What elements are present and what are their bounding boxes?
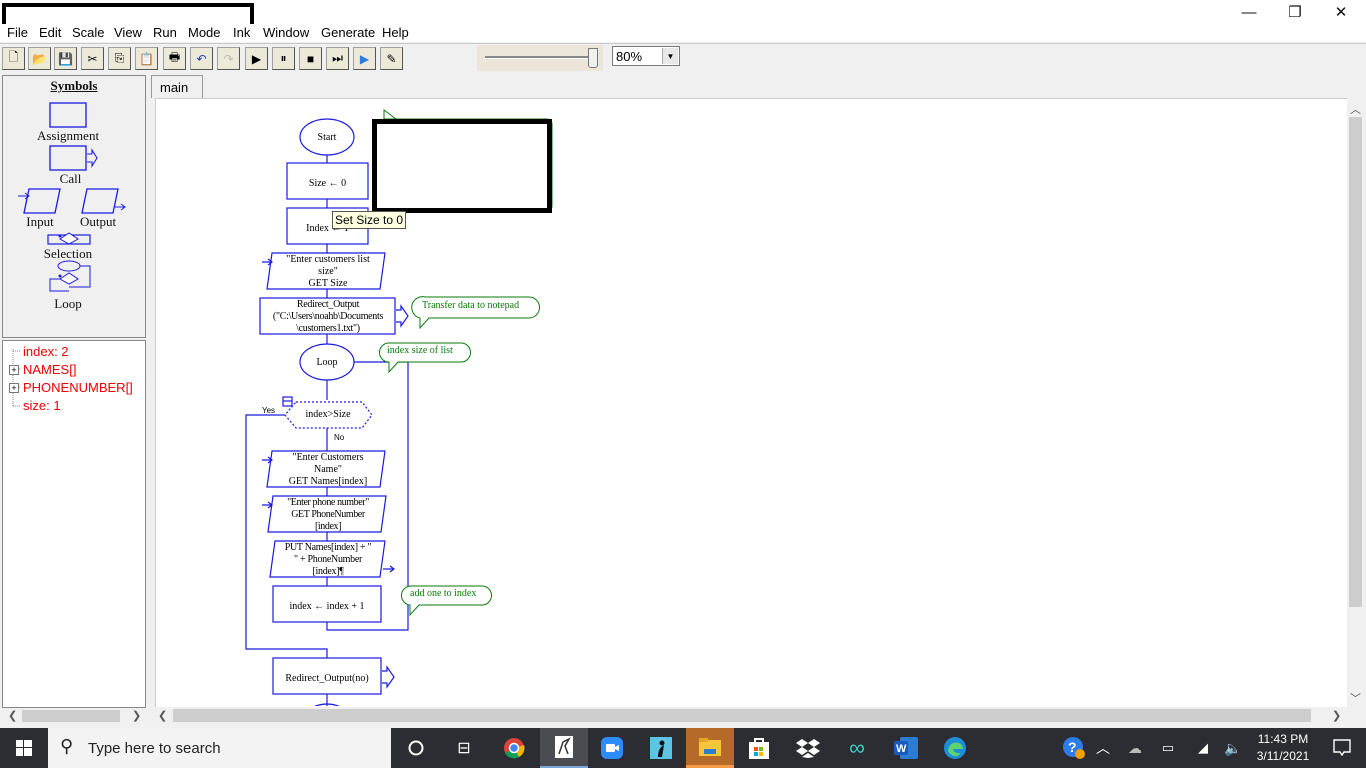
- taskbar-clock[interactable]: 11:43 PM 3/11/2021: [1248, 731, 1318, 765]
- input-size-label: "Enter customers list size" GET Size: [268, 254, 388, 290]
- input-name-label: "Enter Customers Name" GET Names[index]: [268, 452, 388, 488]
- tooltip: Set Size to 0: [332, 211, 407, 229]
- no-label: No: [334, 433, 345, 442]
- scroll-down-icon[interactable]: ﹀: [1350, 690, 1361, 706]
- input-phone-line: [index]: [314, 521, 342, 532]
- search-icon: ⚲: [60, 736, 74, 756]
- svg-text:W: W: [896, 743, 907, 755]
- redirect-line: Redirect_Output: [296, 299, 360, 310]
- scroll-thumb[interactable]: [22, 710, 120, 722]
- paste-icon[interactable]: 📋: [135, 47, 158, 70]
- infinity-app-icon[interactable]: ∞: [833, 728, 881, 768]
- redacted-comment: [372, 119, 552, 213]
- redirect-off-label: Redirect_Output(no): [285, 673, 369, 684]
- comment-index-size[interactable]: index size of list: [387, 345, 453, 356]
- input-size-line: size": [318, 266, 338, 277]
- undo-icon[interactable]: ↶: [190, 47, 213, 70]
- comment-add-one[interactable]: add one to index: [410, 588, 476, 599]
- windows-start-icon[interactable]: [0, 728, 48, 768]
- onedrive-offline-icon[interactable]: ☁: [1117, 728, 1153, 768]
- volume-icon[interactable]: 🔈: [1216, 728, 1250, 768]
- word-icon[interactable]: W: [882, 728, 930, 768]
- redirect-line: \customers1.txt"): [296, 323, 360, 334]
- input-size-line: GET Size: [308, 278, 348, 289]
- loop-label: Loop: [316, 357, 338, 368]
- variables-horizontal-scrollbar[interactable]: ❮ ❯: [2, 708, 146, 724]
- task-view-icon[interactable]: ⊟: [440, 728, 488, 768]
- scroll-right-icon[interactable]: ❯: [1332, 709, 1341, 722]
- save-icon[interactable]: 💾: [54, 47, 77, 70]
- output-label: PUT Names[index] + " " + PhoneNumber [in…: [268, 542, 388, 578]
- yes-label: Yes: [262, 406, 276, 415]
- clock-time: 11:43 PM: [1257, 732, 1309, 746]
- start-label: Start: [317, 132, 337, 143]
- raptor-app-icon[interactable]: [540, 728, 588, 768]
- output-line: " + PhoneNumber: [294, 554, 362, 565]
- search-placeholder: Type here to search: [88, 740, 221, 757]
- test-server-icon[interactable]: ▶: [353, 47, 376, 70]
- comment-transfer[interactable]: Transfer data to notepad: [422, 300, 519, 311]
- vertical-scroll-thumb[interactable]: [1349, 117, 1362, 607]
- open-icon[interactable]: 📂: [28, 47, 51, 70]
- redo-icon[interactable]: ↷: [217, 47, 240, 70]
- new-icon[interactable]: 🗋: [2, 47, 25, 70]
- clock-date: 3/11/2021: [1256, 749, 1310, 763]
- stop-icon[interactable]: ■: [299, 47, 322, 70]
- input-phone-line: "Enter phone number": [287, 497, 369, 508]
- scroll-left-icon[interactable]: ❮: [8, 709, 17, 722]
- input-name-line: Name": [314, 464, 342, 475]
- scroll-up-icon[interactable]: ︿: [1350, 101, 1361, 117]
- ink-pen-icon[interactable]: ✎: [380, 47, 403, 70]
- edge-icon[interactable]: [931, 728, 979, 768]
- zoom-app-icon[interactable]: [588, 728, 636, 768]
- copy-icon[interactable]: ⎘: [108, 47, 131, 70]
- redirect-line: ("C:\Users\noahb\Documents: [272, 311, 384, 322]
- input-phone-label: "Enter phone number" GET PhoneNumber [in…: [268, 497, 388, 533]
- horizontal-scroll-thumb[interactable]: [173, 709, 1311, 722]
- dropbox-icon[interactable]: [784, 728, 832, 768]
- pause-icon[interactable]: ⏸: [272, 47, 295, 70]
- step-icon[interactable]: ⏭: [326, 47, 349, 70]
- cut-icon[interactable]: ✂: [81, 47, 104, 70]
- input-size-line: "Enter customers list: [286, 254, 370, 265]
- input-name-line: "Enter Customers: [292, 452, 364, 463]
- chrome-icon[interactable]: [490, 728, 538, 768]
- file-explorer-icon[interactable]: [686, 728, 734, 768]
- notification-center-icon[interactable]: [1318, 728, 1366, 768]
- flowchart-graphics: [245, 109, 553, 706]
- microsoft-store-icon[interactable]: [735, 728, 783, 768]
- condition-label: index>Size: [305, 409, 351, 420]
- run-icon[interactable]: ▶: [245, 47, 268, 70]
- output-line: PUT Names[index] + ": [284, 542, 372, 553]
- battery-icon[interactable]: ▭: [1150, 728, 1186, 768]
- print-icon[interactable]: 🖶: [163, 47, 186, 70]
- output-line: [index]¶: [312, 566, 344, 577]
- scroll-left-icon[interactable]: ❮: [158, 709, 167, 722]
- input-name-line: GET Names[index]: [288, 476, 368, 487]
- scroll-right-icon[interactable]: ❯: [132, 709, 141, 722]
- assign-size-label: Size ← 0: [308, 178, 347, 189]
- comment-pointer-start: [383, 109, 398, 120]
- increment-label: index ← index + 1: [289, 601, 365, 612]
- kindle-icon[interactable]: [637, 728, 685, 768]
- cortana-icon[interactable]: [392, 728, 440, 768]
- redirect-output-label: Redirect_Output ("C:\Users\noahb\Documen…: [258, 299, 398, 335]
- input-phone-line: GET PhoneNumber: [291, 509, 365, 520]
